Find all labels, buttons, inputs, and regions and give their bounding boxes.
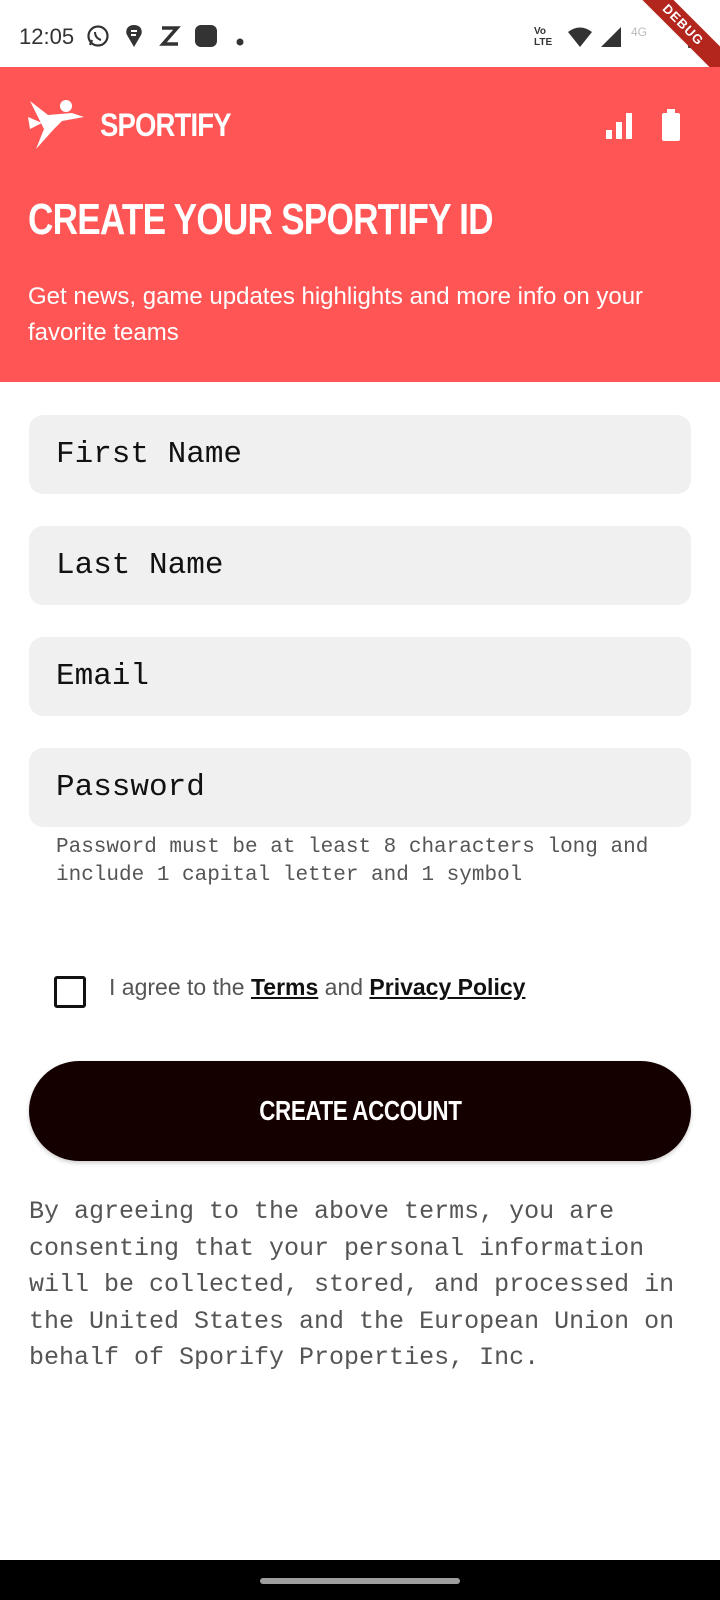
4g-icon: 4G	[631, 25, 648, 39]
consent-disclaimer: By agreeing to the above terms, you are …	[29, 1197, 675, 1372]
volte-icon: Vo LTE	[534, 26, 553, 48]
home-indicator[interactable]	[260, 1578, 460, 1584]
email-field[interactable]	[29, 637, 691, 716]
swiggy-icon	[123, 24, 145, 53]
status-bar: 12:05 Vo LTE 4G DEBUG	[0, 0, 720, 86]
last-name-input[interactable]	[56, 548, 691, 583]
last-name-field[interactable]	[29, 526, 691, 605]
whatsapp-icon	[86, 24, 110, 53]
page-title: CREATE YOUR SPORTIFY ID	[28, 195, 493, 244]
agree-checkbox[interactable]	[54, 976, 86, 1008]
first-name-input[interactable]	[56, 437, 691, 472]
password-input[interactable]	[56, 770, 691, 805]
navigation-bar	[0, 1560, 720, 1600]
agree-label: I agree to the Terms and Privacy Policy	[109, 974, 525, 1001]
password-field[interactable]	[29, 748, 691, 827]
signal-bars-icon	[606, 113, 632, 144]
status-time: 12:05	[19, 24, 75, 49]
header: SPORTIFY CREATE YOUR SPORTIFY ID Get new…	[0, 67, 720, 382]
dot-icon	[236, 33, 244, 51]
page-subtitle: Get news, game updates highlights and mo…	[28, 283, 644, 346]
create-account-button[interactable]: CREATE ACCOUNT	[29, 1061, 691, 1161]
agree-prefix: I agree to the	[109, 974, 251, 1000]
cell-signal-icon	[600, 26, 622, 53]
password-hint: Password must be at least 8 characters l…	[56, 836, 649, 887]
sportify-logo-icon	[28, 99, 88, 156]
privacy-policy-link[interactable]: Privacy Policy	[369, 974, 525, 1000]
battery-icon	[662, 109, 680, 146]
first-name-field[interactable]	[29, 415, 691, 494]
brand-name: SPORTIFY	[100, 107, 232, 143]
agree-and: and	[318, 974, 370, 1000]
create-account-label: CREATE ACCOUNT	[258, 1095, 462, 1126]
terms-link[interactable]: Terms	[251, 974, 318, 1000]
email-input[interactable]	[56, 659, 691, 694]
app-icon	[194, 24, 218, 53]
zomato-icon	[159, 24, 181, 53]
wifi-icon	[567, 26, 593, 53]
